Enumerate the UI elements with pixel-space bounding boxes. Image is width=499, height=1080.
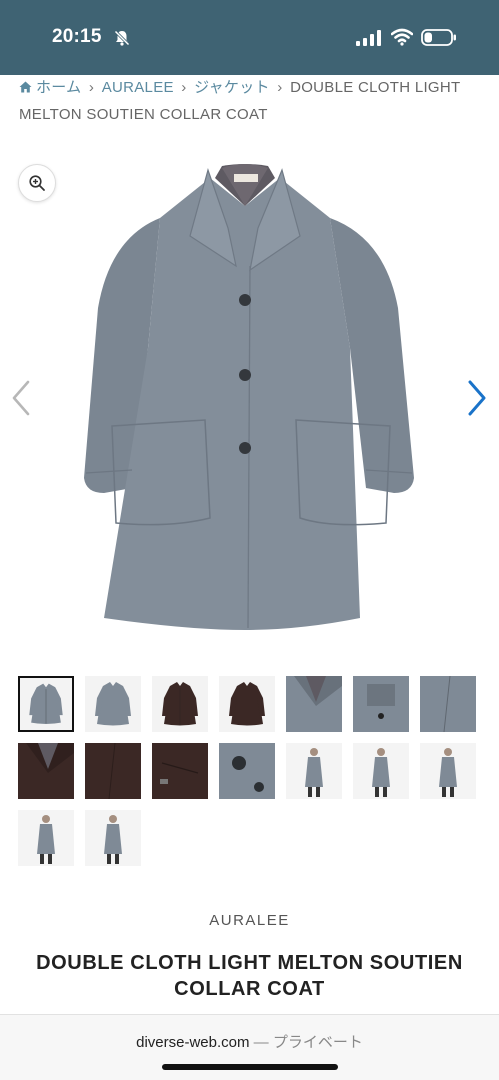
- thumbnail-model-gray-4[interactable]: [18, 810, 74, 866]
- thumbnail-image: [286, 676, 342, 732]
- thumbnail-image: [85, 676, 141, 732]
- product-brand[interactable]: AURALEE: [0, 912, 499, 929]
- thumbnail-brown-fabric[interactable]: [85, 743, 141, 799]
- thumbnail-image: [152, 676, 208, 732]
- thumbnail-gray-front[interactable]: [18, 676, 74, 732]
- zoom-button[interactable]: [18, 164, 56, 202]
- browser-bottom-bar: diverse-web.com — プライベート: [0, 1014, 499, 1080]
- chevron-left-icon[interactable]: [8, 378, 34, 418]
- breadcrumb-brand-link[interactable]: AURALEE: [102, 79, 174, 96]
- url-separator: —: [253, 1034, 269, 1051]
- thumbnail-model-gray-2[interactable]: [353, 743, 409, 799]
- thumbnail-image: [152, 743, 208, 799]
- breadcrumb-separator: ›: [88, 79, 95, 96]
- breadcrumb: ホーム › AURALEE › ジャケット › DOUBLE CLOTH LIG…: [19, 74, 479, 128]
- zoom-in-icon: [29, 175, 45, 191]
- thumbnail-gray-collar-up[interactable]: [353, 676, 409, 732]
- home-icon: [19, 81, 32, 93]
- thumbnail-gray-button[interactable]: [219, 743, 275, 799]
- breadcrumb-separator: ›: [277, 79, 283, 96]
- thumbnail-gray-collar-detail[interactable]: [286, 676, 342, 732]
- thumbnail-model-gray-5[interactable]: [85, 810, 141, 866]
- thumbnail-image: [85, 743, 141, 799]
- thumbnail-image: [219, 676, 275, 732]
- thumbnail-image: [219, 743, 275, 799]
- thumbnail-model-gray-3[interactable]: [420, 743, 476, 799]
- thumbnail-image: [18, 810, 74, 866]
- thumbnail-image: [420, 743, 476, 799]
- thumbnail-image: [420, 676, 476, 732]
- thumbnail-model-gray-1[interactable]: [286, 743, 342, 799]
- breadcrumb-separator: ›: [181, 79, 187, 96]
- status-bar: 20:15: [0, 0, 499, 75]
- bell-slash-icon: [114, 30, 130, 46]
- thumbnail-gray-back[interactable]: [85, 676, 141, 732]
- thumbnail-image: [353, 743, 409, 799]
- cellular-signal-icon: [356, 30, 381, 46]
- battery-icon: [421, 29, 456, 46]
- thumbnail-brown-collar-detail[interactable]: [18, 743, 74, 799]
- thumbnail-image: [18, 743, 74, 799]
- thumbnail-image: [286, 743, 342, 799]
- thumbnail-brown-front[interactable]: [152, 676, 208, 732]
- breadcrumb-category-link[interactable]: ジャケット: [194, 79, 270, 96]
- chevron-right-icon[interactable]: [464, 378, 490, 418]
- thumbnail-brown-back[interactable]: [219, 676, 275, 732]
- status-time: 20:15: [52, 26, 102, 47]
- address-bar[interactable]: diverse-web.com — プライベート: [0, 1031, 499, 1052]
- thumbnail-image: [20, 678, 72, 730]
- breadcrumb-home-link[interactable]: ホーム: [36, 79, 81, 96]
- private-mode-label: プライベート: [272, 1034, 363, 1051]
- thumbnail-image: [85, 810, 141, 866]
- product-main-image[interactable]: [0, 148, 499, 648]
- thumbnail-gray-fabric[interactable]: [420, 676, 476, 732]
- thumbnail-brown-pocket[interactable]: [152, 743, 208, 799]
- home-indicator[interactable]: [162, 1064, 338, 1070]
- url-domain: diverse-web.com: [136, 1034, 250, 1051]
- thumbnail-image: [353, 676, 409, 732]
- wifi-icon: [391, 28, 413, 46]
- product-title: DOUBLE CLOTH LIGHT MELTON SOUTIEN COLLAR…: [36, 952, 463, 1000]
